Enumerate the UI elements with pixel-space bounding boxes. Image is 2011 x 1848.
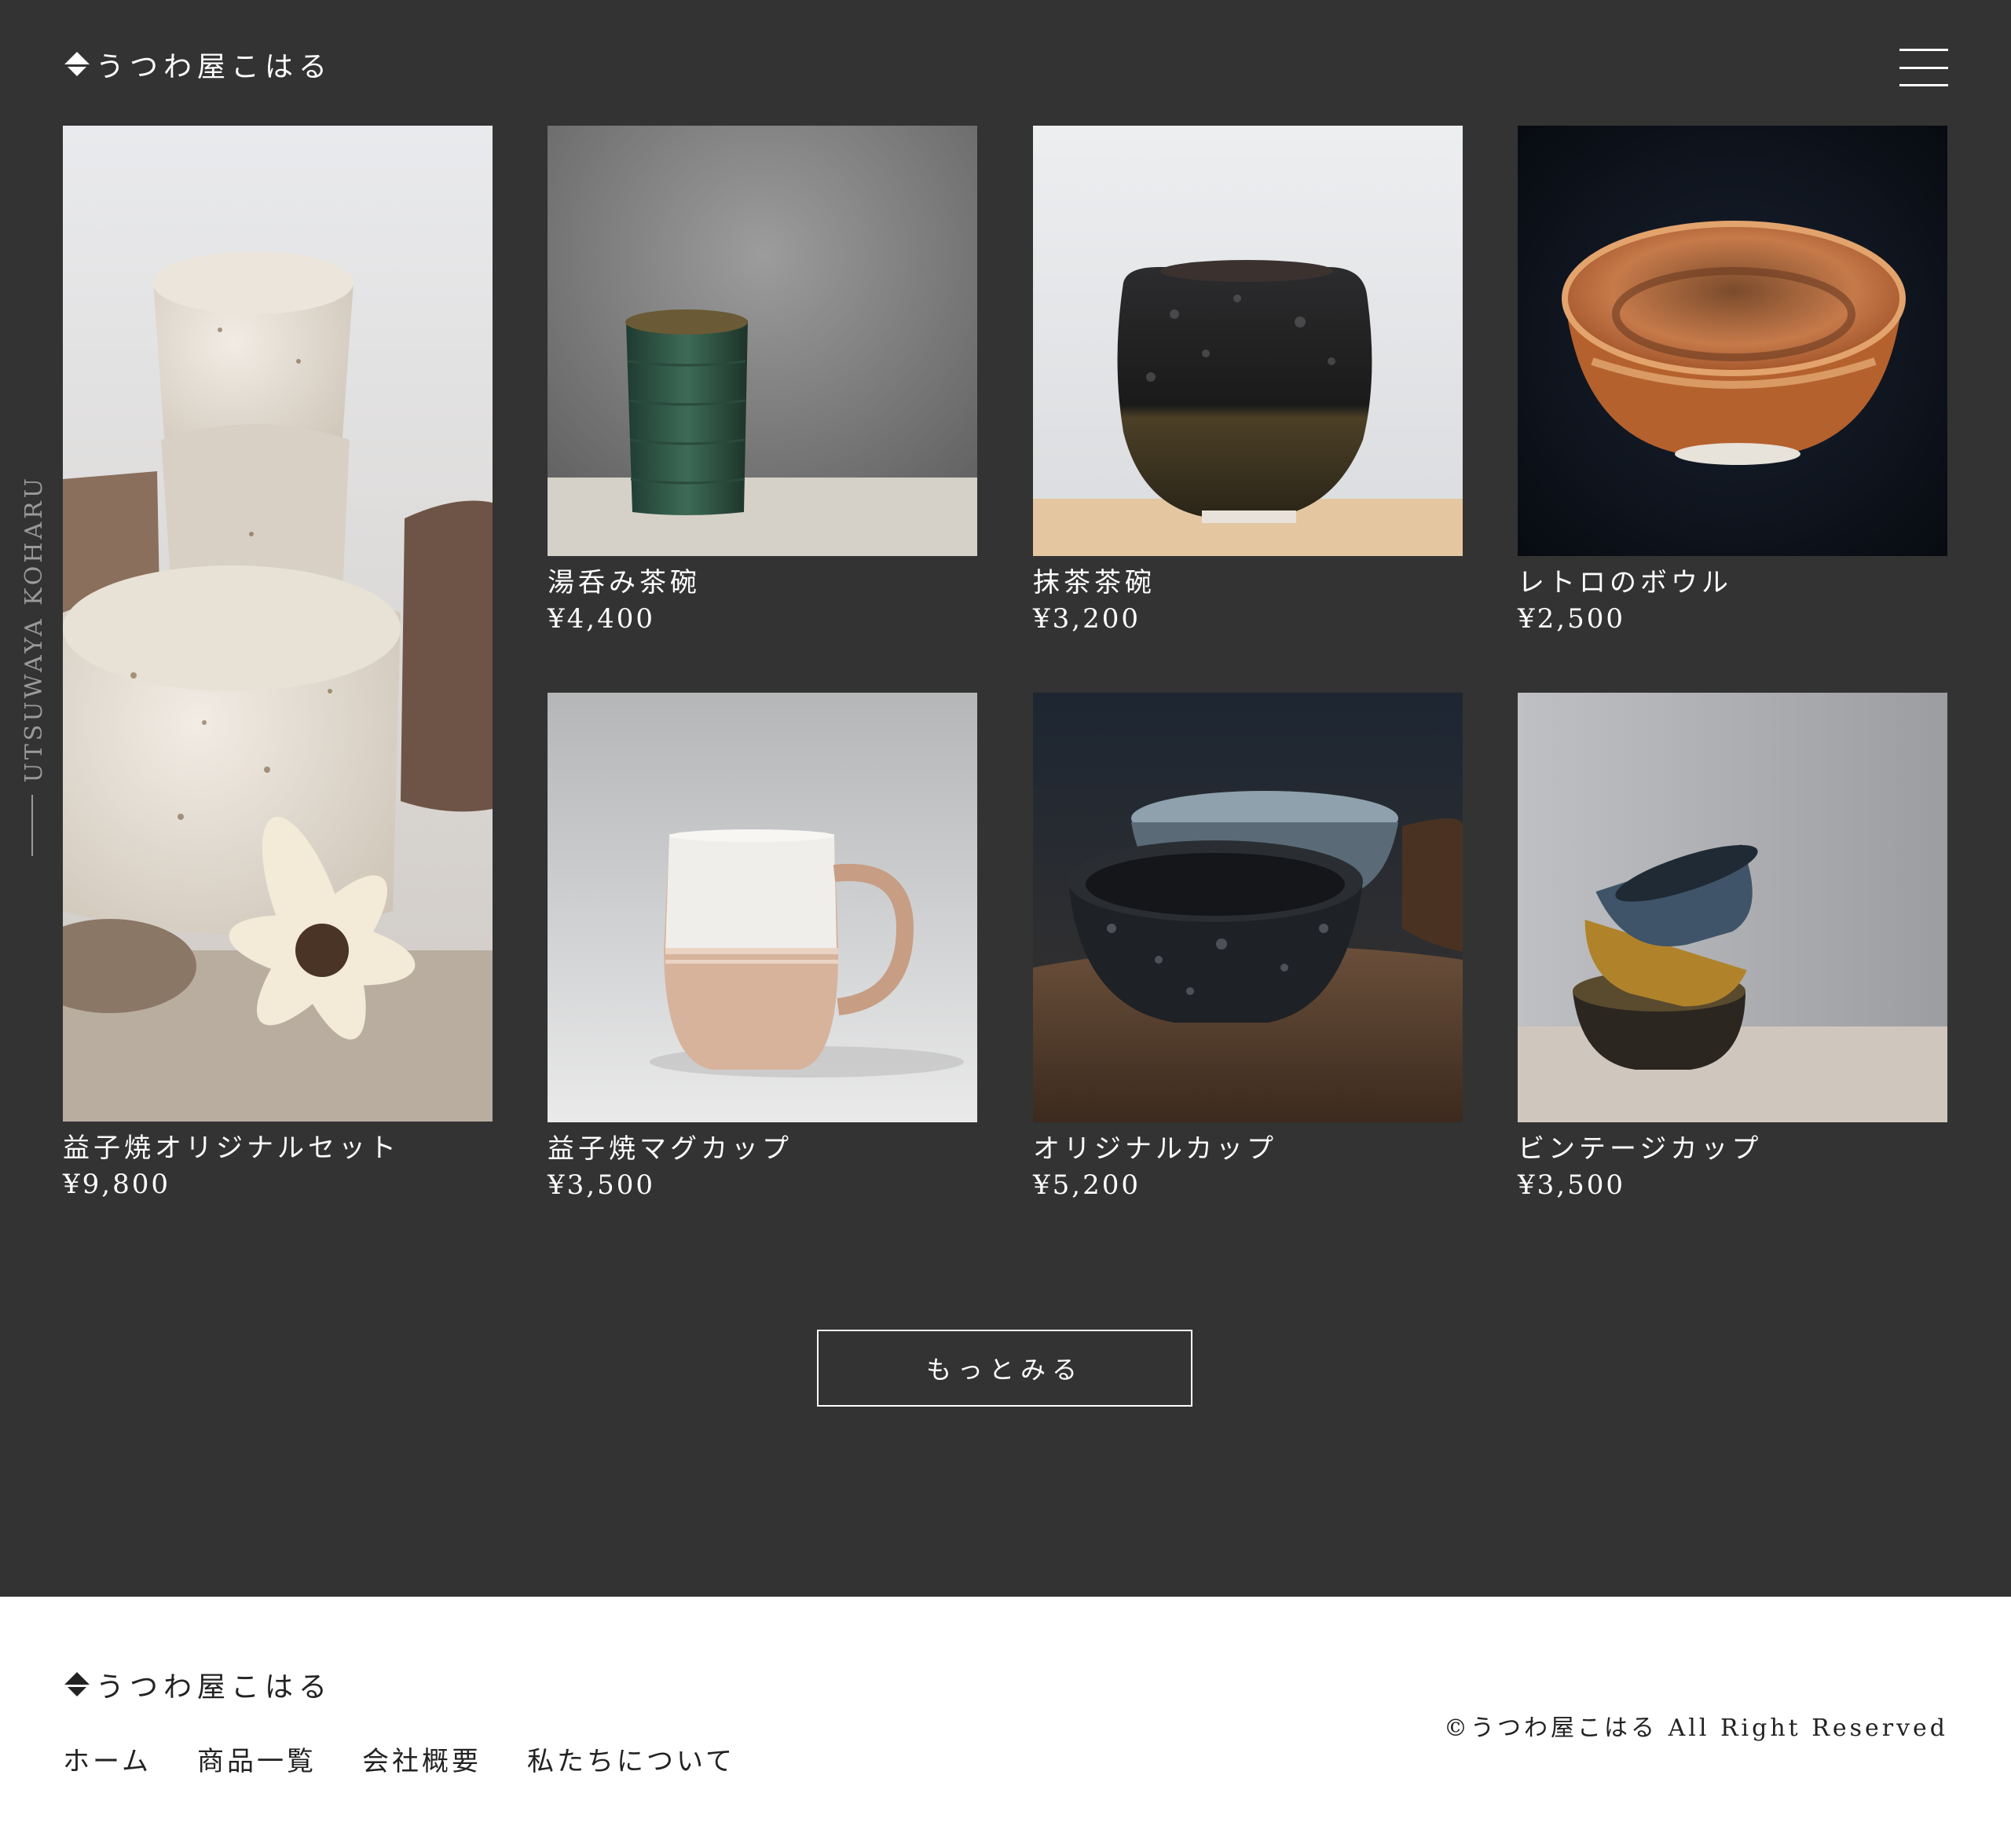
product-price: ¥4,400: [548, 603, 655, 635]
product-name[interactable]: 湯呑み茶碗: [548, 565, 977, 600]
footer-nav-about[interactable]: 私たちについて: [527, 1740, 735, 1778]
product-photo-yunomi[interactable]: [548, 126, 977, 556]
side-brand-label: UTSUWAYA KOHARU: [20, 475, 48, 783]
diamond-logo-icon: [64, 52, 90, 76]
page: うつわ屋こはる UTSUWAYA KOHARU 益子焼オリジナルセット ¥9,8…: [0, 0, 2011, 1848]
product-card[interactable]: レトロのボウル ¥2,500: [1518, 126, 1947, 638]
product-photo-retro-bowl[interactable]: [1518, 126, 1947, 556]
product-price: ¥3,500: [1518, 1169, 1625, 1201]
product-card[interactable]: オリジナルカップ ¥5,200: [1033, 693, 1463, 1204]
footer: うつわ屋こはる ホーム 商品一覧 会社概要 私たちについて ©うつわ屋こはる A…: [0, 1597, 2011, 1848]
product-card[interactable]: 湯呑み茶碗 ¥4,400: [548, 126, 977, 638]
product-price: ¥2,500: [1518, 603, 1625, 635]
footer-nav-home[interactable]: ホーム: [63, 1740, 152, 1778]
product-photo-vintage-cup[interactable]: [1518, 693, 1947, 1122]
product-name[interactable]: ビンテージカップ: [1518, 1132, 1947, 1166]
more-button[interactable]: もっとみる: [817, 1330, 1192, 1407]
header-logo[interactable]: うつわ屋こはる: [63, 44, 332, 85]
footer-nav-company[interactable]: 会社概要: [362, 1740, 482, 1778]
product-card[interactable]: ビンテージカップ ¥3,500: [1518, 693, 1947, 1204]
product-price: ¥5,200: [1033, 1169, 1141, 1201]
logo-text: うつわ屋こはる: [96, 1671, 333, 1703]
footer-nav: ホーム 商品一覧 会社概要 私たちについて: [63, 1740, 735, 1778]
product-price: ¥9,800: [63, 1169, 170, 1200]
product-photo-matcha-bowl[interactable]: [1033, 126, 1463, 556]
product-photo-original-cup[interactable]: [1033, 693, 1463, 1122]
product-price: ¥3,200: [1033, 603, 1141, 635]
product-name[interactable]: オリジナルカップ: [1033, 1132, 1463, 1166]
product-photo-ceramic-set[interactable]: [63, 126, 493, 1122]
product-price: ¥3,500: [548, 1169, 655, 1201]
hamburger-menu-icon[interactable]: [1899, 49, 1948, 86]
copyright: ©うつわ屋こはる All Right Reserved: [1444, 1714, 1948, 1742]
product-card[interactable]: 益子焼マグカップ ¥3,500: [548, 693, 977, 1204]
side-divider: [31, 795, 33, 856]
product-name[interactable]: レトロのボウル: [1518, 565, 1947, 600]
footer-logo[interactable]: うつわ屋こはる: [63, 1664, 332, 1705]
product-name[interactable]: 益子焼マグカップ: [548, 1132, 977, 1166]
diamond-logo-icon: [64, 1672, 90, 1696]
product-name[interactable]: 益子焼オリジナルセット: [63, 1131, 493, 1166]
product-card[interactable]: 抹茶茶碗 ¥3,200: [1033, 126, 1463, 638]
product-name[interactable]: 抹茶茶碗: [1033, 565, 1463, 600]
product-photo-mug[interactable]: [548, 693, 977, 1122]
product-card[interactable]: 益子焼オリジナルセット ¥9,800: [63, 126, 493, 1203]
logo-text: うつわ屋こはる: [96, 51, 333, 83]
footer-nav-products[interactable]: 商品一覧: [197, 1740, 317, 1778]
